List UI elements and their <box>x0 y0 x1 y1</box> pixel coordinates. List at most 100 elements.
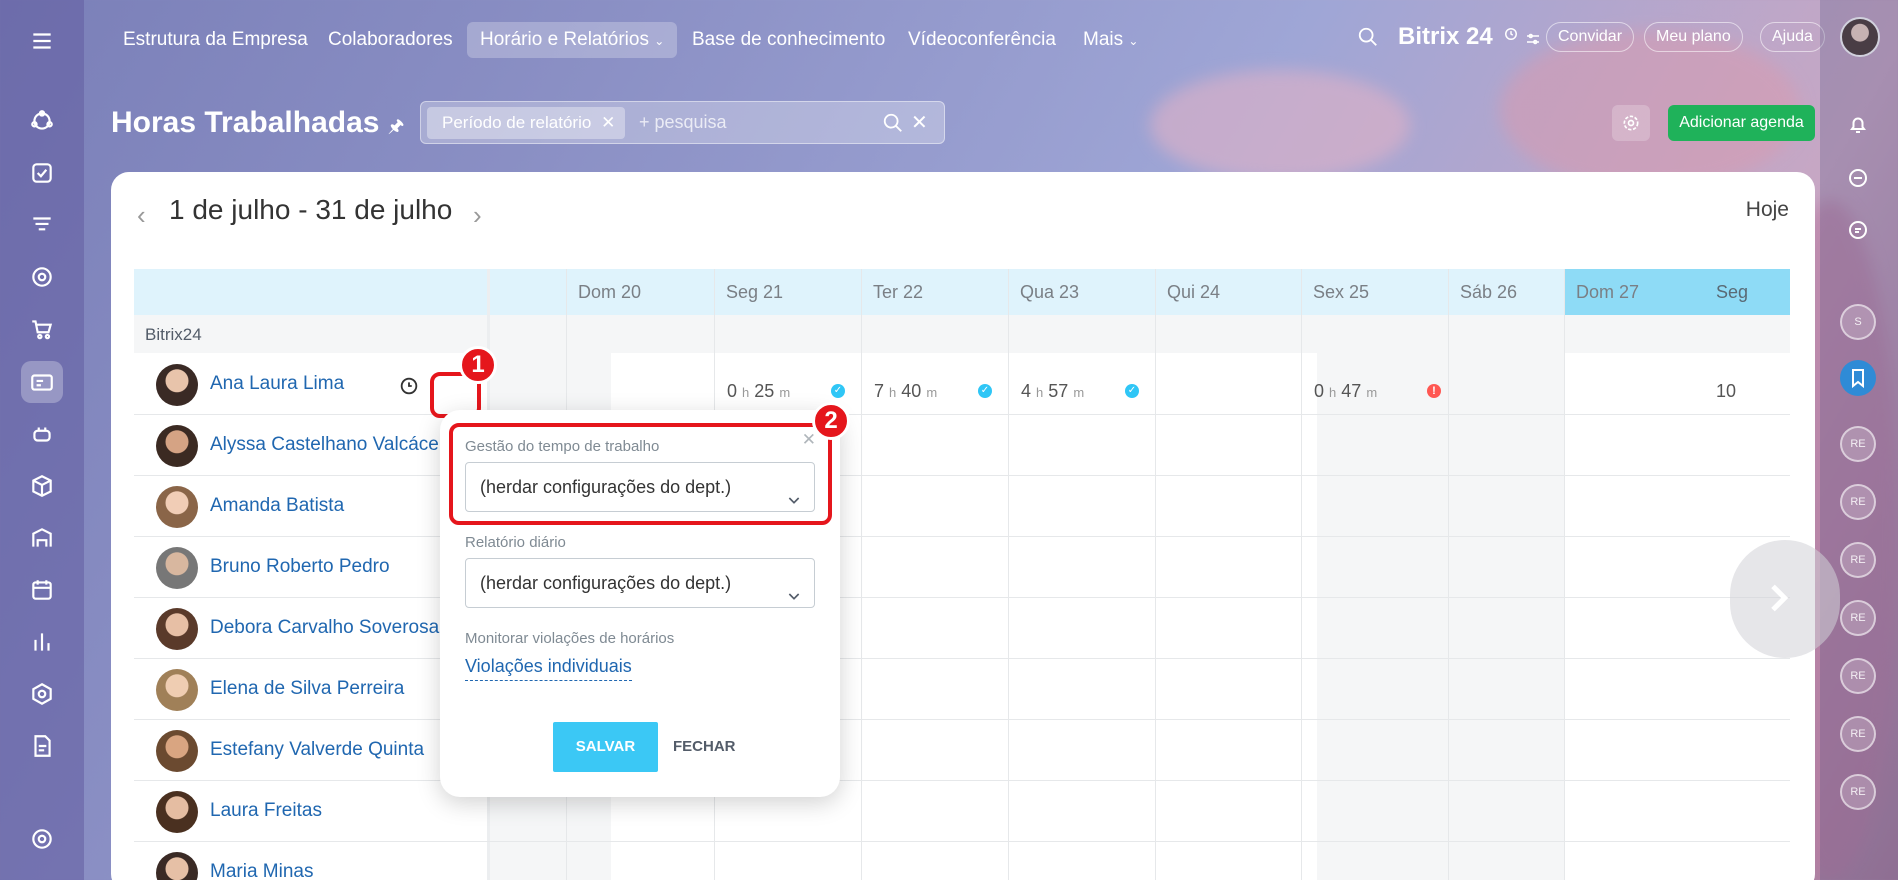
nav-videoconference[interactable]: Vídeoconferência <box>908 22 1056 58</box>
avatar <box>156 730 198 772</box>
calendar-icon[interactable] <box>21 569 63 611</box>
confirmed-icon: ✓ <box>978 384 992 398</box>
hours-value: 0 <box>727 381 738 401</box>
copilot-icon[interactable] <box>1840 160 1876 196</box>
crm-icon[interactable] <box>21 100 63 142</box>
daily-report-value: (herdar configurações do dept.) <box>480 573 732 593</box>
employee-row: Estefany Valverde Quinta <box>134 719 487 780</box>
hours-unit: h <box>742 385 750 400</box>
search-input[interactable]: + pesquisa <box>639 112 727 133</box>
clock-icon[interactable] <box>1504 27 1518 46</box>
settings-icon[interactable] <box>21 818 63 860</box>
employee-name[interactable]: Ana Laura Lima <box>210 373 344 395</box>
invite-button[interactable]: Convidar <box>1546 22 1635 52</box>
employee-name[interactable]: Amanda Batista <box>210 495 344 517</box>
violation-icon[interactable]: ! <box>1427 384 1441 398</box>
department-row <box>134 315 1790 353</box>
employee-row: Laura Freitas <box>134 780 487 841</box>
individual-violations-link[interactable]: Violações individuais <box>465 656 632 681</box>
contact-avatar[interactable]: RE <box>1840 484 1876 520</box>
employee-name[interactable]: Debora Carvalho Soverosa <box>210 617 439 639</box>
contact-avatar[interactable]: RE <box>1840 426 1876 462</box>
column-divider <box>1008 269 1009 880</box>
close-button[interactable]: FECHAR <box>673 722 736 772</box>
avatar <box>156 425 198 467</box>
contact-avatar[interactable]: RE <box>1840 542 1876 578</box>
store-icon[interactable] <box>21 517 63 559</box>
scroll-right-button[interactable] <box>1730 540 1840 658</box>
brand-logo: Bitrix 24 <box>1398 23 1493 50</box>
my-plan-button[interactable]: Meu plano <box>1644 22 1743 52</box>
prev-period-icon[interactable]: ‹ <box>137 200 146 231</box>
time-cell[interactable]: 4 h 57 m <box>1021 381 1084 402</box>
pin-icon[interactable]: 🖈 <box>388 116 405 136</box>
nav-more[interactable]: Mais ⌄ <box>1083 22 1138 58</box>
worktime-icon[interactable] <box>21 361 63 403</box>
analytics-icon[interactable] <box>21 621 63 663</box>
settings-button[interactable] <box>1612 105 1650 141</box>
column-divider <box>1448 269 1449 880</box>
search-icon[interactable] <box>1357 26 1379 53</box>
document-icon[interactable] <box>21 725 63 767</box>
bookmark-icon[interactable] <box>1840 360 1876 396</box>
chevron-right-icon <box>1771 584 1789 612</box>
nav-employees[interactable]: Colaboradores <box>328 22 453 58</box>
employee-name[interactable]: Laura Freitas <box>210 800 322 822</box>
time-cell[interactable]: 0 h 25 m <box>727 381 790 402</box>
chevron-down-icon: ⌄ <box>654 34 665 48</box>
minutes-value: 25 <box>754 381 775 401</box>
today-button[interactable]: Hoje <box>1746 198 1789 222</box>
nav-knowledge-base[interactable]: Base de conhecimento <box>692 22 885 58</box>
employee-name[interactable]: Maria Minas <box>210 861 313 880</box>
cart-icon[interactable] <box>21 308 63 350</box>
day-header: Qui 24 <box>1167 282 1221 302</box>
add-schedule-button[interactable]: Adicionar agenda <box>1668 105 1815 141</box>
contact-avatar[interactable]: RE <box>1840 658 1876 694</box>
bell-icon[interactable] <box>1840 106 1876 142</box>
nav-company-structure[interactable]: Estrutura da Empresa <box>123 22 308 58</box>
right-sidebar: S RE RE RE RE RE RE RE <box>1820 0 1898 880</box>
hamburger-menu-icon[interactable] <box>21 20 63 62</box>
search-icon[interactable] <box>882 112 904 139</box>
contact-avatar[interactable]: RE <box>1840 774 1876 810</box>
worktime-settings-icon[interactable] <box>398 375 420 397</box>
tasks-icon[interactable] <box>21 152 63 194</box>
hours-unit: h <box>1036 385 1044 400</box>
help-button[interactable]: Ajuda <box>1760 22 1825 52</box>
daily-report-select[interactable]: (herdar configurações do dept.) <box>465 558 815 608</box>
column-divider <box>1564 269 1565 880</box>
target-icon[interactable] <box>21 256 63 298</box>
save-button[interactable]: SALVAR <box>553 722 658 772</box>
hours-value: 7 <box>874 381 885 401</box>
time-cell[interactable]: 7 h 40 m <box>874 381 937 402</box>
contact-avatar[interactable]: RE <box>1840 600 1876 636</box>
box-icon[interactable] <box>21 465 63 507</box>
page-title: Horas Trabalhadas 🖈 <box>111 106 404 144</box>
funnel-icon[interactable] <box>21 204 63 246</box>
contact-avatar[interactable]: S <box>1840 304 1876 340</box>
hexagon-icon[interactable] <box>21 673 63 715</box>
remove-filter-icon[interactable]: ✕ <box>601 107 615 139</box>
page-title-text: Horas Trabalhadas <box>111 106 380 139</box>
filter-search-box[interactable]: Período de relatório ✕ + pesquisa ✕ <box>420 101 945 144</box>
avatar <box>156 608 198 650</box>
left-sidebar <box>0 0 84 880</box>
nav-worktime-reports[interactable]: Horário e Relatórios ⌄ <box>467 22 678 58</box>
employee-name[interactable]: Bruno Roberto Pedro <box>210 556 390 578</box>
employee-name[interactable]: Estefany Valverde Quinta <box>210 739 424 761</box>
sliders-icon[interactable] <box>1524 30 1542 53</box>
employee-name[interactable]: Alyssa Castelhano Valcácer <box>210 434 445 456</box>
minutes-unit: m <box>1073 385 1085 400</box>
time-cell[interactable]: 10 <box>1716 381 1736 402</box>
chevron-down-icon: ⌄ <box>1128 34 1139 48</box>
next-period-icon[interactable]: › <box>473 200 482 231</box>
filter-tag[interactable]: Período de relatório ✕ <box>427 107 626 139</box>
chat-icon[interactable] <box>1840 212 1876 248</box>
employee-row: Alyssa Castelhano Valcácer <box>134 414 487 475</box>
avatar <box>156 852 198 880</box>
contact-avatar[interactable]: RE <box>1840 716 1876 752</box>
clear-icon[interactable]: ✕ <box>911 110 928 135</box>
bot-icon[interactable] <box>21 413 63 455</box>
employee-name[interactable]: Elena de Silva Perreira <box>210 678 404 700</box>
time-cell[interactable]: 0 h 47 m <box>1314 381 1377 402</box>
